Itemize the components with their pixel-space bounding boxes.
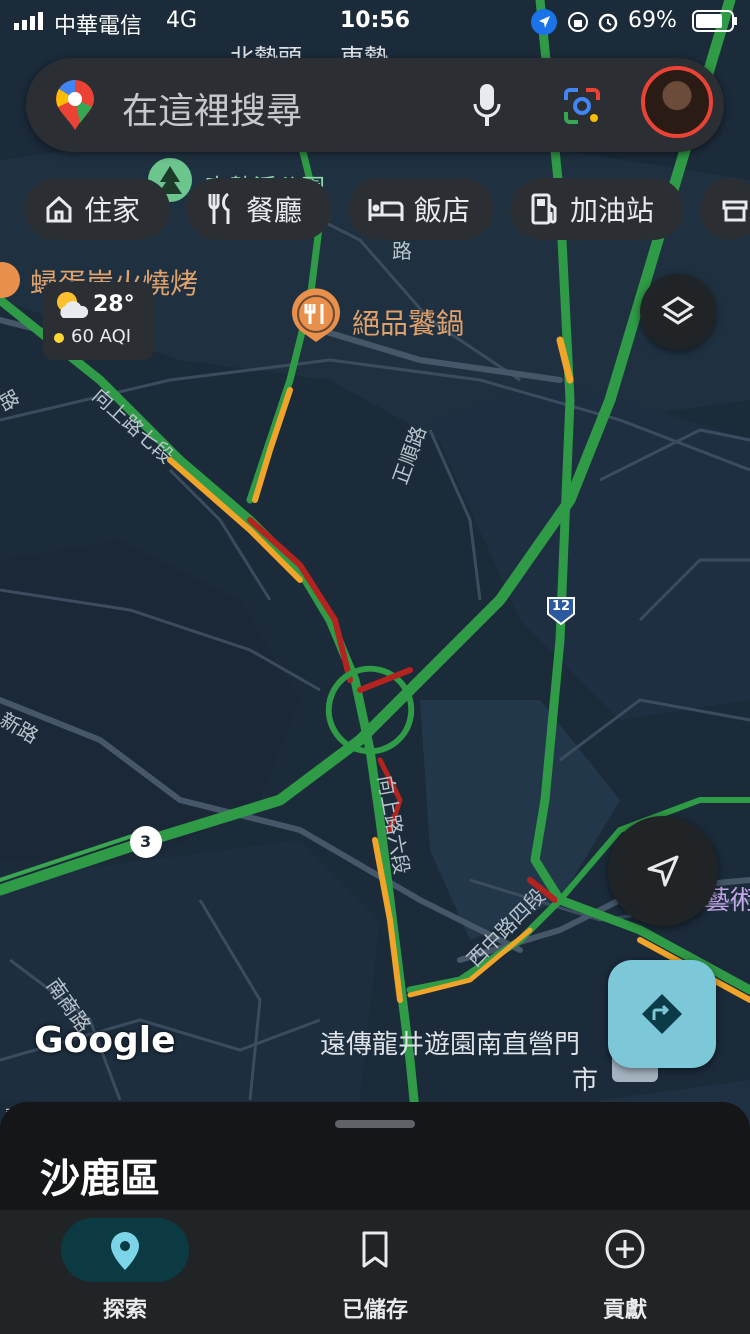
chip-label: 飯店 [414, 194, 471, 227]
chip-hotel[interactable]: 飯店 [348, 178, 494, 240]
highway-shield-3: 3 [140, 832, 152, 851]
nav-label: 已儲存 [341, 1298, 408, 1323]
alarm-icon [598, 13, 618, 33]
signal-icon [14, 12, 43, 30]
sheet-title: 沙鹿區 [40, 1156, 160, 1202]
avatar[interactable] [641, 66, 713, 138]
weather-temperature: 28° [93, 292, 135, 317]
search-input[interactable]: 在這裡搜尋 [122, 82, 302, 134]
chip-home[interactable]: 住家 [24, 178, 170, 240]
restaurant-label-pot[interactable]: 絕品饕鍋 [352, 302, 464, 342]
chip-restaurant[interactable]: 餐廳 [186, 178, 332, 240]
navigation-arrow-icon [647, 855, 679, 887]
highway-shield-12: 12 [552, 599, 571, 614]
bottom-navigation: 探索 已儲存 貢獻 [0, 1210, 750, 1334]
weather-aqi: 60 AQI [71, 326, 132, 347]
shopping-icon [722, 200, 748, 222]
nav-label: 探索 [102, 1298, 147, 1323]
network-label: 4G [166, 8, 198, 33]
place-label-amusement[interactable]: 遠傳龍井遊園南直營門 [320, 1024, 580, 1061]
nav-contribute[interactable]: 貢獻 [500, 1210, 750, 1334]
google-watermark: Google [34, 1020, 176, 1061]
status-bar: 中華電信 4G 10:56 69% [0, 0, 750, 44]
home-icon [46, 195, 72, 223]
chip-label: 住家 [84, 194, 141, 227]
time-label: 10:56 [340, 8, 411, 33]
nav-explore[interactable]: 探索 [0, 1210, 250, 1334]
gas-station-icon [531, 193, 557, 225]
nav-label: 貢獻 [602, 1298, 647, 1323]
weather-widget[interactable]: 28° 60 AQI [43, 282, 153, 360]
restaurant-icon [208, 192, 230, 224]
orientation-lock-icon [568, 12, 588, 32]
location-arrow-icon [531, 9, 557, 35]
directions-icon [642, 994, 682, 1034]
layers-icon [661, 296, 695, 325]
maps-pin-logo-icon [56, 80, 94, 130]
partly-cloudy-icon [57, 292, 89, 318]
aqi-dot [54, 333, 64, 343]
hotel-icon [368, 199, 404, 221]
layers-button[interactable] [640, 274, 716, 350]
carrier-label: 中華電信 [54, 14, 143, 39]
explore-pin-icon [111, 1232, 139, 1270]
chip-more[interactable] [700, 178, 750, 240]
chip-label: 餐廳 [246, 194, 303, 227]
battery-icon [692, 10, 737, 32]
chip-label: 加油站 [570, 194, 655, 227]
battery-percent: 69% [628, 8, 677, 33]
bookmark-icon [362, 1231, 388, 1268]
place-label-amusement-2[interactable]: 市 [572, 1060, 598, 1097]
lens-icon[interactable] [562, 86, 602, 126]
mic-icon[interactable] [472, 84, 502, 128]
search-bar[interactable]: 在這裡搜尋 [26, 58, 724, 152]
my-location-button[interactable] [608, 816, 718, 926]
chip-gas-station[interactable]: 加油站 [510, 178, 684, 240]
add-circle-icon [605, 1229, 645, 1269]
directions-button[interactable] [608, 960, 716, 1068]
nav-saved[interactable]: 已儲存 [250, 1210, 500, 1334]
sheet-drag-handle[interactable] [335, 1120, 415, 1128]
